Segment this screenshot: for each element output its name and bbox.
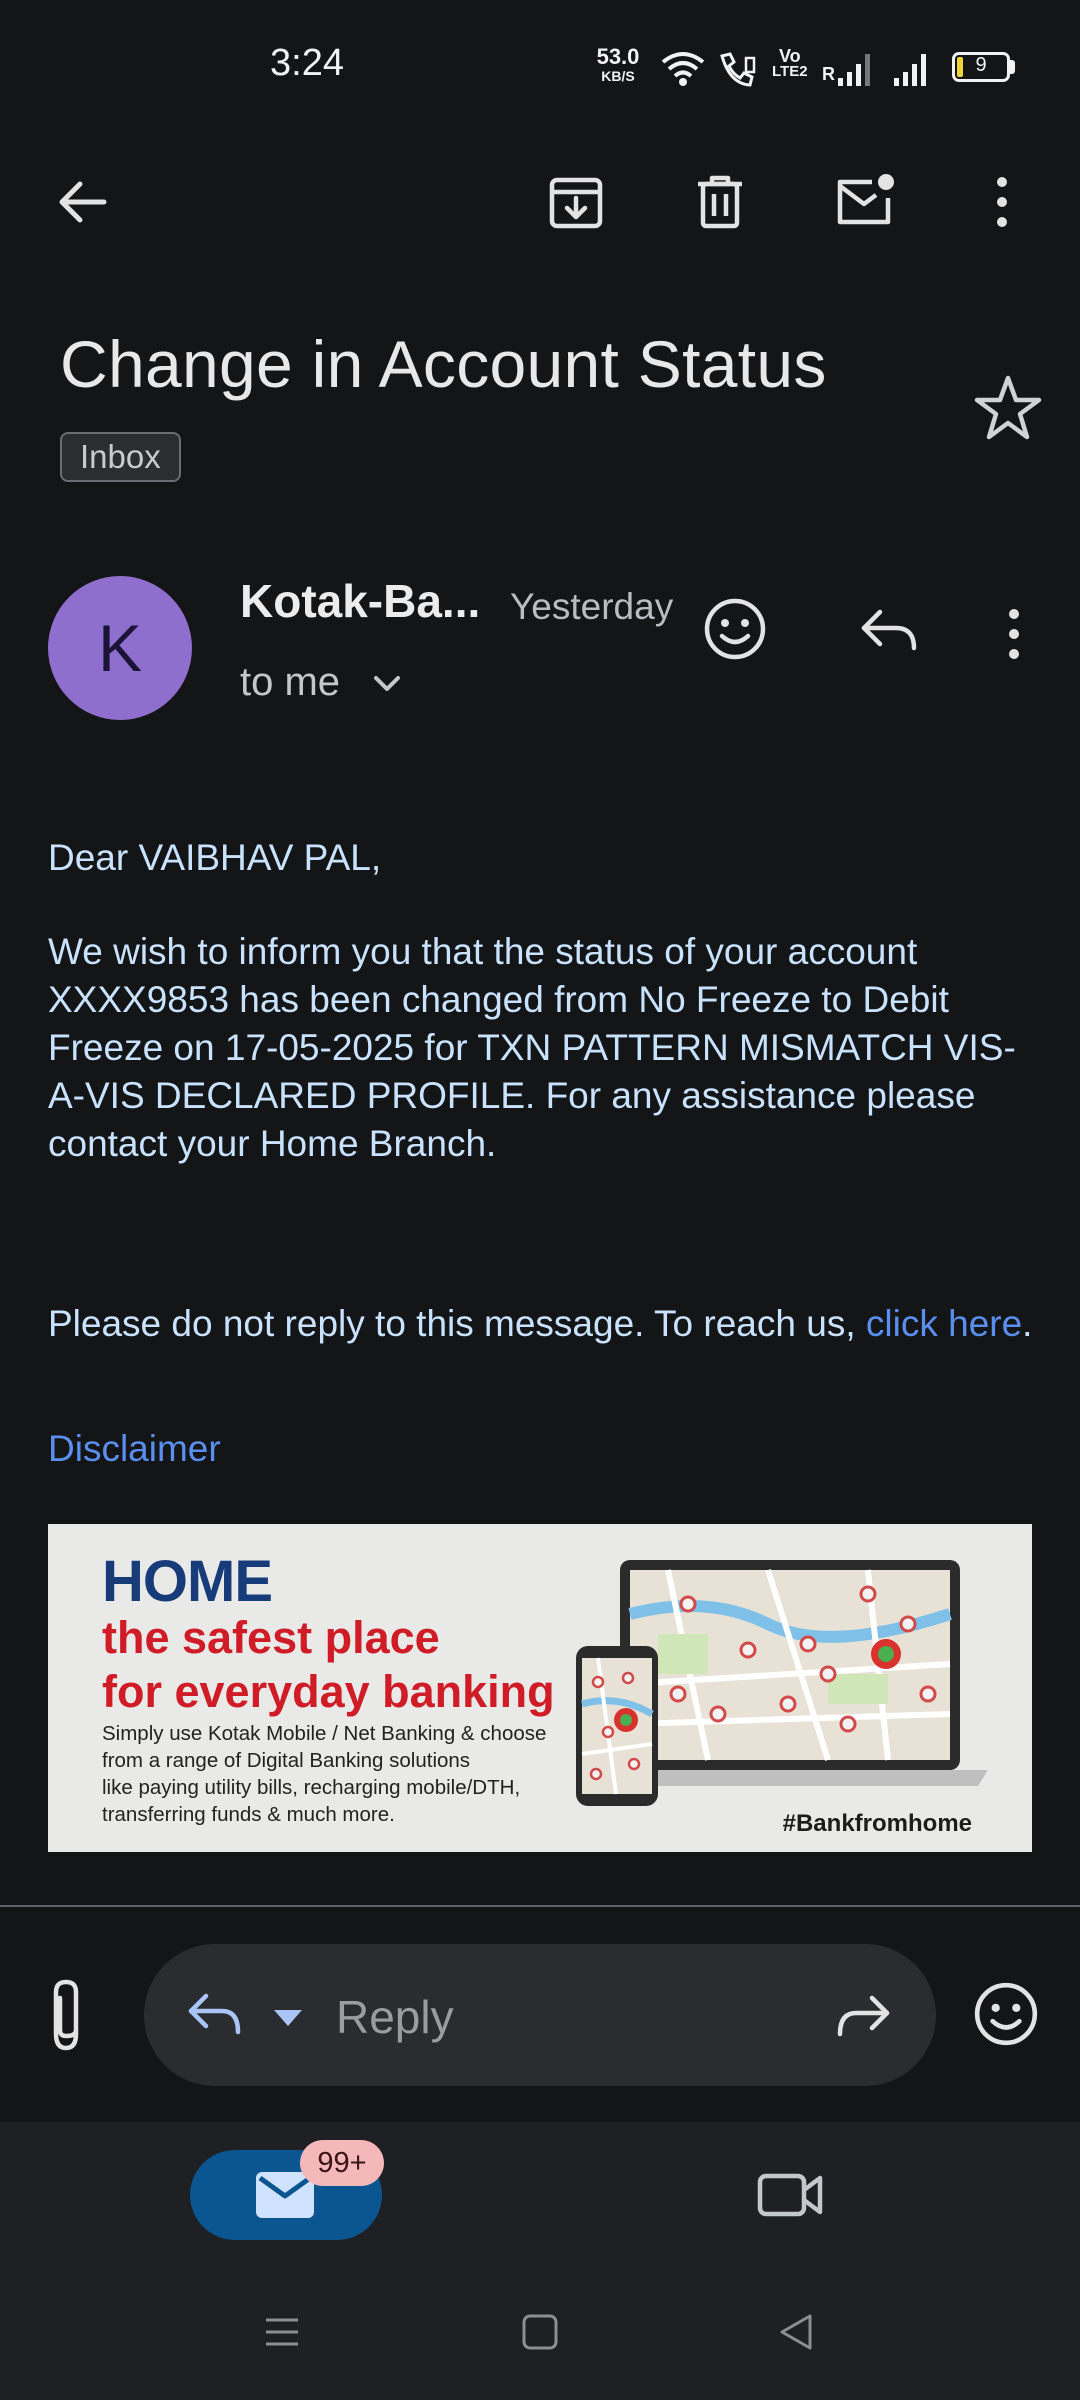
signal-sim2-icon bbox=[894, 54, 926, 86]
unread-count-badge: 99+ bbox=[300, 2140, 384, 2186]
reply-button[interactable] bbox=[856, 602, 922, 663]
net-speed: 53.0 KB/S bbox=[592, 44, 644, 85]
click-here-link[interactable]: click here bbox=[866, 1303, 1022, 1344]
add-reaction-button[interactable] bbox=[702, 596, 768, 667]
banner-desc-4: transferring funds & much more. bbox=[102, 1803, 395, 1826]
home-square-icon bbox=[522, 2314, 558, 2350]
reply-input[interactable]: Reply bbox=[336, 1990, 454, 2044]
banner-description: Simply use Kotak Mobile / Net Banking & … bbox=[102, 1720, 582, 1828]
net-speed-unit: KB/S bbox=[601, 68, 635, 84]
caret-down-icon[interactable] bbox=[270, 2006, 306, 2030]
reply-composer[interactable] bbox=[144, 1944, 936, 2086]
battery-icon: 9 bbox=[952, 52, 1010, 82]
menu-lines-icon bbox=[266, 2318, 298, 2346]
system-recents-button[interactable] bbox=[262, 2312, 302, 2357]
banner-desc-3: like paying utility bills, recharging mo… bbox=[102, 1776, 521, 1799]
star-button[interactable] bbox=[972, 372, 1044, 449]
mark-unread-button[interactable] bbox=[822, 160, 906, 244]
back-button[interactable] bbox=[40, 160, 124, 244]
archive-icon bbox=[549, 177, 603, 229]
divider bbox=[0, 1905, 1080, 1907]
reply-icon bbox=[861, 609, 917, 651]
banner-desc-2: from a range of Digital Banking solution… bbox=[102, 1749, 471, 1772]
inbox-label-chip[interactable]: Inbox bbox=[60, 432, 181, 482]
sender-avatar[interactable]: K bbox=[48, 576, 192, 720]
banner-tagline-1: the safest place bbox=[102, 1612, 440, 1663]
wifi-icon bbox=[661, 52, 705, 86]
message-more-button[interactable] bbox=[1004, 606, 1024, 667]
system-back-button[interactable] bbox=[776, 2310, 816, 2359]
volte-top: Vo bbox=[778, 46, 801, 66]
delete-icon bbox=[698, 175, 742, 229]
banner-home-heading: HOME bbox=[102, 1549, 273, 1614]
archive-button[interactable] bbox=[534, 160, 618, 244]
noreply-end: . bbox=[1022, 1303, 1033, 1344]
banner-devices-illustration bbox=[576, 1560, 988, 1806]
system-home-button[interactable] bbox=[520, 2312, 560, 2357]
forward-button[interactable] bbox=[832, 1988, 894, 2049]
reply-icon bbox=[188, 1993, 241, 2035]
video-camera-icon bbox=[757, 2173, 823, 2217]
more-options-button[interactable] bbox=[960, 160, 1044, 244]
email-time: Yesterday bbox=[510, 586, 674, 627]
back-triangle-icon bbox=[780, 2314, 812, 2350]
emoji-icon bbox=[974, 1982, 1038, 2046]
sender-name[interactable]: Kotak-Ba... bbox=[240, 574, 480, 628]
email-body-paragraph: We wish to inform you that the status of… bbox=[48, 931, 1016, 1164]
chevron-down-icon[interactable] bbox=[370, 668, 404, 698]
roaming-indicator: R bbox=[822, 64, 835, 84]
banner-tagline-2: for everyday banking bbox=[102, 1666, 555, 1717]
net-speed-value: 53.0 bbox=[596, 44, 640, 69]
noreply-note: Please do not reply to this message. To … bbox=[48, 1300, 1038, 1348]
mark-unread-icon bbox=[837, 174, 894, 225]
battery-percent: 9 bbox=[975, 54, 987, 76]
more-vert-icon bbox=[997, 177, 1007, 227]
attach-button[interactable] bbox=[38, 1976, 94, 2061]
composer-emoji-button[interactable] bbox=[972, 1980, 1040, 2053]
forward-icon bbox=[837, 1995, 890, 2037]
volte-indicator: Vo LTE2 bbox=[772, 46, 808, 80]
star-icon bbox=[974, 375, 1042, 440]
back-arrow-icon bbox=[59, 181, 107, 223]
emoji-icon bbox=[704, 598, 766, 660]
paperclip-icon bbox=[53, 1979, 79, 2051]
wifi-calling-icon bbox=[720, 52, 756, 87]
email-subject: Change in Account Status bbox=[60, 327, 827, 401]
status-time: 3:24 bbox=[270, 42, 344, 84]
banner-desc-1: Simply use Kotak Mobile / Net Banking & … bbox=[102, 1722, 547, 1745]
noreply-text: Please do not reply to this message. To … bbox=[48, 1303, 866, 1344]
banner-hashtag: #Bankfromhome bbox=[782, 1810, 972, 1837]
nav-meet-tab[interactable] bbox=[756, 2166, 826, 2229]
volte-bottom: LTE2 bbox=[772, 63, 808, 80]
more-vert-icon bbox=[1009, 609, 1019, 659]
email-greeting: Dear VAIBHAV PAL, bbox=[48, 837, 382, 878]
reply-type-button[interactable] bbox=[184, 1986, 246, 2047]
signal-sim1-icon bbox=[838, 54, 870, 86]
promo-banner[interactable]: HOME the safest place for everyday banki… bbox=[48, 1524, 1032, 1852]
battery-tip bbox=[1010, 60, 1015, 74]
recipient-label[interactable]: to me bbox=[240, 660, 340, 705]
delete-button[interactable] bbox=[678, 160, 762, 244]
bottom-navigation bbox=[0, 2122, 1080, 2400]
disclaimer-link[interactable]: Disclaimer bbox=[48, 1428, 221, 1470]
